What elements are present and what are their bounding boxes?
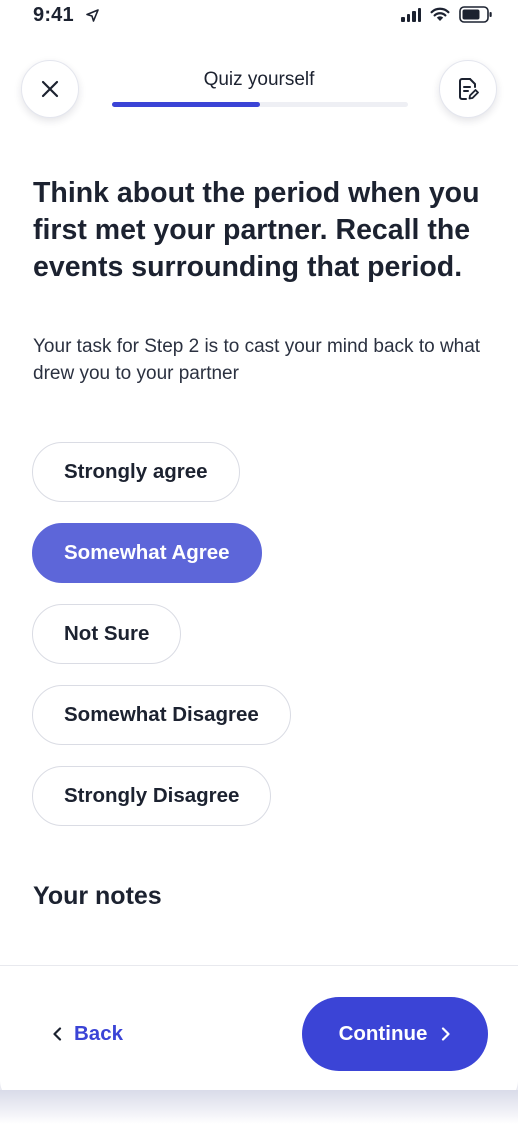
option-somewhat-disagree[interactable]: Somewhat Disagree [32,685,291,745]
question-subtitle: Your task for Step 2 is to cast your min… [33,336,481,384]
battery-icon [459,6,492,23]
question-title: Think about the period when you first me… [33,177,480,283]
chevron-left-icon [53,1027,62,1041]
option-label: Strongly agree [64,460,208,483]
status-bar: 9:41 [0,0,518,36]
page-title: Quiz yourself [203,69,315,90]
continue-button[interactable]: Continue [302,997,488,1071]
chevron-right-icon [442,1027,451,1041]
status-time: 9:41 [33,4,74,26]
continue-label: Continue [338,1022,428,1045]
footer-divider [0,965,518,966]
option-strongly-disagree[interactable]: Strongly Disagree [32,766,272,826]
option-label: Somewhat Agree [64,541,230,564]
notes-button[interactable] [439,60,497,118]
wifi-icon [430,7,450,21]
option-somewhat-agree[interactable]: Somewhat Agree [32,523,262,583]
option-label: Somewhat Disagree [64,703,259,726]
cellular-signal-icon [401,8,421,22]
progress-bar [112,102,408,107]
quiz-screen: 9:41 Quiz yourself Think about the perio… [0,0,518,1106]
option-label: Not Sure [64,622,150,645]
option-label: Strongly Disagree [64,784,240,807]
location-arrow-icon [86,9,99,22]
progress-fill [112,102,260,107]
notes-heading: Your notes [33,882,162,910]
close-icon [41,80,59,98]
close-button[interactable] [21,60,79,118]
option-not-sure[interactable]: Not Sure [32,604,182,664]
option-strongly-agree[interactable]: Strongly agree [32,442,240,502]
back-button[interactable]: Back [52,1012,123,1056]
notes-edit-icon [459,78,479,100]
shadow-band [0,1090,518,1124]
back-label: Back [74,1022,124,1045]
